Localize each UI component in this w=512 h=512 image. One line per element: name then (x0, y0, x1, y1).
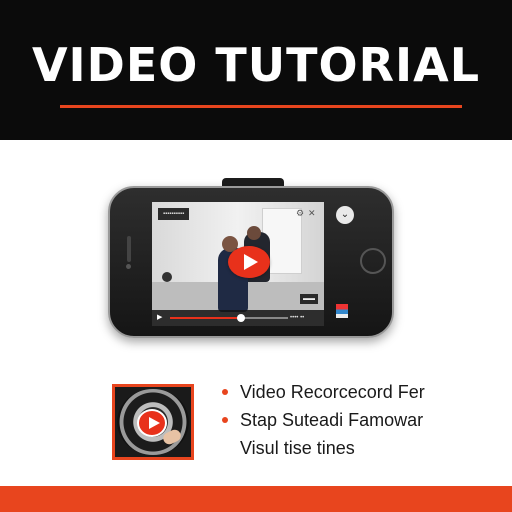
flag-icon (336, 304, 348, 318)
video-person-back-head (247, 226, 261, 240)
video-caption-bar: ▪▪▪▪▪▪▪▪▪▪ (158, 208, 190, 220)
progress-handle[interactable] (236, 314, 245, 322)
list-item-label: Stap Suteadi Famowar (240, 410, 424, 430)
bullet-icon (222, 417, 228, 423)
control-play-icon[interactable]: ▶ (157, 313, 162, 321)
page-title: VIDEO TUTORIAL (31, 38, 481, 92)
quality-badge: ▬▬ (300, 294, 318, 304)
progress-fill (170, 317, 241, 319)
header-divider (60, 105, 462, 108)
video-controls: ▶ •••• •• (152, 310, 324, 326)
header-banner: VIDEO TUTORIAL (0, 0, 512, 140)
phone-camera-dot (126, 264, 131, 269)
tutorial-thumbnail[interactable] (112, 384, 194, 460)
list-item-continuation: Visul tise tines (222, 437, 502, 463)
list-item-label: Video Recorcecord Fer (240, 382, 425, 402)
settings-icon[interactable]: ⚙ (296, 208, 304, 219)
video-ball-prop (162, 272, 172, 282)
footer-accent-bar (0, 486, 512, 512)
time-readout: •••• •• (290, 315, 305, 321)
list-item-label: Visul tise tines (240, 438, 355, 458)
video-player[interactable]: ▪▪▪▪▪▪▪▪▪▪ ⚙ ✕ ▬▬ ▶ •••• •• (152, 202, 324, 326)
chevron-down-icon[interactable]: ⌄ (336, 206, 354, 224)
list-item: Video Recorcecord Fer (222, 381, 502, 407)
play-icon[interactable] (137, 409, 167, 437)
home-button[interactable] (360, 248, 386, 274)
play-icon[interactable] (228, 246, 270, 278)
progress-bar[interactable] (170, 314, 288, 322)
bullet-icon (222, 389, 228, 395)
feature-list: Video Recorcecord Fer Stap Suteadi Famow… (222, 381, 502, 463)
list-item: Stap Suteadi Famowar (222, 409, 502, 435)
phone-speaker (127, 236, 131, 262)
close-icon[interactable]: ✕ (308, 208, 316, 219)
